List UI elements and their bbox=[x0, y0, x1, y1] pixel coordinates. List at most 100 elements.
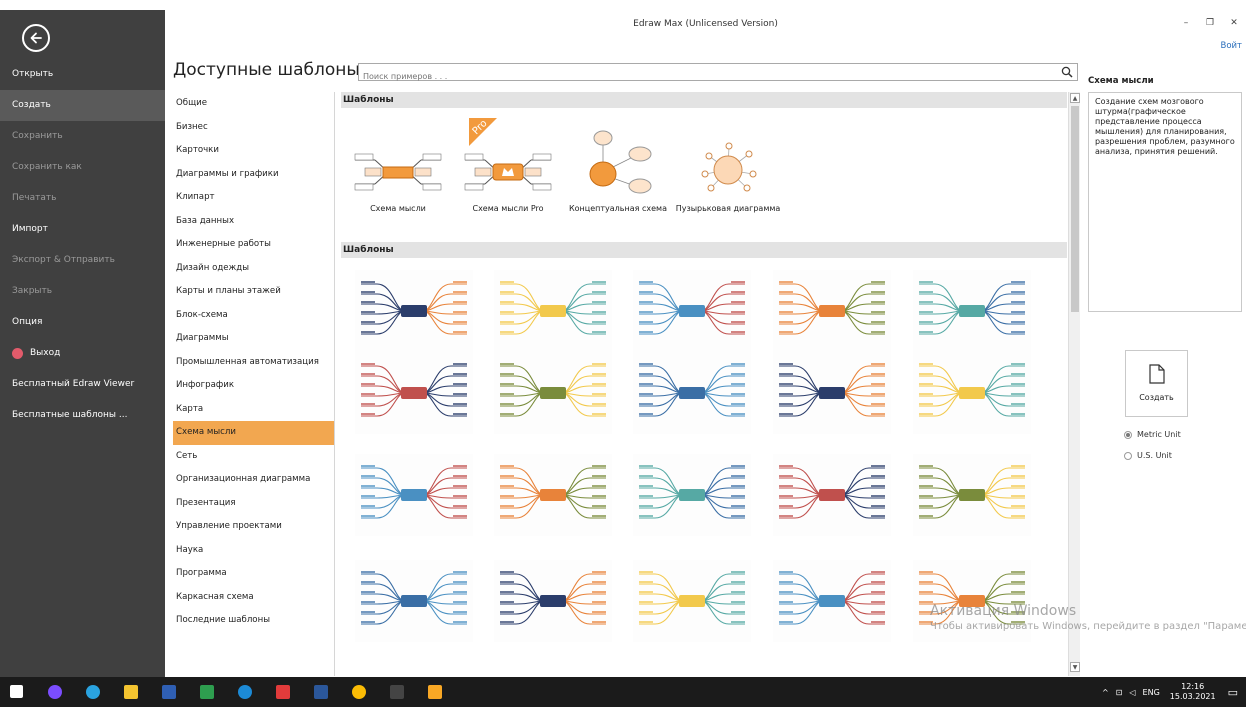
sidebar-item-0[interactable]: Открыть bbox=[0, 59, 165, 90]
sidebar-item-1[interactable]: Создать bbox=[0, 90, 165, 121]
sidebar-item-10[interactable]: Бесплатный Edraw Viewer bbox=[0, 369, 165, 400]
example-template-thumbnail[interactable] bbox=[913, 454, 1031, 536]
category-item[interactable]: Наука bbox=[173, 539, 334, 563]
example-template-thumbnail[interactable] bbox=[633, 560, 751, 642]
search-input[interactable] bbox=[359, 68, 1049, 85]
category-item[interactable]: Дизайн одежды bbox=[173, 257, 334, 281]
telegram-icon[interactable] bbox=[86, 685, 100, 699]
backstage-sidebar: Открыть Создать Сохранить Сохранить как Печа… bbox=[0, 10, 165, 677]
category-item[interactable]: Карта bbox=[173, 398, 334, 422]
template-concept-map[interactable]: Концептуальная схема bbox=[563, 118, 673, 218]
alice-icon[interactable] bbox=[48, 685, 62, 699]
sidebar-item-3[interactable]: Сохранить как bbox=[0, 152, 165, 183]
scroll-down-arrow-icon[interactable]: ▼ bbox=[1070, 662, 1080, 672]
search-icon[interactable] bbox=[1061, 66, 1073, 78]
template-mind-map[interactable]: Схема мысли bbox=[343, 118, 453, 218]
example-template-thumbnail[interactable] bbox=[355, 270, 473, 352]
minimize-button[interactable]: – bbox=[1174, 18, 1198, 28]
login-link[interactable]: Войт bbox=[1220, 41, 1242, 51]
category-item[interactable]: Клипарт bbox=[173, 186, 334, 210]
category-item[interactable]: Карты и планы этажей bbox=[173, 280, 334, 304]
example-template-thumbnail[interactable] bbox=[494, 352, 612, 434]
example-template-thumbnail[interactable] bbox=[913, 270, 1031, 352]
scroll-up-arrow-icon[interactable]: ▲ bbox=[1070, 93, 1080, 103]
example-template-thumbnail[interactable] bbox=[355, 560, 473, 642]
network-icon[interactable]: ⊡ bbox=[1116, 688, 1123, 697]
category-item[interactable]: Диаграммы bbox=[173, 327, 334, 351]
example-template-thumbnail[interactable] bbox=[773, 454, 891, 536]
sidebar-item-6[interactable]: Экспорт & Отправить bbox=[0, 245, 165, 276]
category-item[interactable]: Программа bbox=[173, 562, 334, 586]
example-template-thumbnail[interactable] bbox=[355, 454, 473, 536]
example-template-thumbnail[interactable] bbox=[773, 560, 891, 642]
example-template-thumbnail[interactable] bbox=[494, 560, 612, 642]
search-box[interactable] bbox=[358, 63, 1078, 85]
category-item[interactable]: Сеть bbox=[173, 445, 334, 469]
volume-icon[interactable]: ◁ bbox=[1129, 688, 1135, 697]
file-explorer-icon[interactable] bbox=[124, 685, 138, 699]
example-template-thumbnail[interactable] bbox=[633, 352, 751, 434]
radio-unchecked-icon[interactable] bbox=[1124, 451, 1132, 460]
sidebar-item-4[interactable]: Печатать bbox=[0, 183, 165, 214]
sidebar-item-9[interactable]: Выход bbox=[0, 338, 165, 369]
category-item[interactable]: Презентация bbox=[173, 492, 334, 516]
example-template-thumbnail[interactable] bbox=[633, 454, 751, 536]
sidebar-item-11[interactable]: Бесплатные шаблоны ... bbox=[0, 400, 165, 431]
example-template-thumbnail[interactable] bbox=[633, 270, 751, 352]
example-template-thumbnail[interactable] bbox=[773, 352, 891, 434]
clock[interactable]: 12:16 15.03.2021 bbox=[1170, 682, 1216, 702]
notifications-icon[interactable]: ▭ bbox=[1228, 686, 1238, 699]
paint-icon[interactable] bbox=[390, 685, 404, 699]
radio-checked-icon[interactable] bbox=[1124, 430, 1132, 439]
concept-map-thumbnail bbox=[589, 130, 652, 194]
back-button[interactable] bbox=[22, 24, 50, 52]
template-mind-map-pro[interactable]: Pro Схема мысли Pro bbox=[453, 118, 563, 218]
category-item[interactable]: Общие bbox=[173, 92, 334, 116]
create-button[interactable]: Создать bbox=[1125, 350, 1188, 417]
category-item[interactable]: Организационная диаграмма bbox=[173, 468, 334, 492]
active-app-icon[interactable] bbox=[428, 685, 442, 699]
example-template-thumbnail[interactable] bbox=[773, 270, 891, 352]
category-item[interactable]: Диаграммы и графики bbox=[173, 163, 334, 187]
yandex-icon[interactable] bbox=[276, 685, 290, 699]
category-item[interactable]: Инженерные работы bbox=[173, 233, 334, 257]
save-disk-icon[interactable] bbox=[162, 685, 176, 699]
word-icon[interactable] bbox=[314, 685, 328, 699]
scrollbar-thumb[interactable] bbox=[1071, 106, 1079, 312]
vertical-scrollbar[interactable]: ▲ ▼ bbox=[1068, 92, 1080, 676]
category-item[interactable]: Промышленная автоматизация bbox=[173, 351, 334, 375]
category-item[interactable]: Инфографик bbox=[173, 374, 334, 398]
category-item[interactable]: Последние шаблоны bbox=[173, 609, 334, 633]
category-item[interactable]: Схема мысли bbox=[173, 421, 334, 445]
example-template-thumbnail[interactable] bbox=[913, 352, 1031, 434]
sidebar-item-label: Открыть bbox=[12, 69, 54, 79]
metric-unit-option[interactable]: Metric Unit bbox=[1124, 430, 1181, 439]
category-item[interactable]: Блок-схема bbox=[173, 304, 334, 328]
category-item[interactable]: Бизнес bbox=[173, 116, 334, 140]
tray-chevron-icon[interactable]: ^ bbox=[1102, 688, 1109, 697]
edraw-icon[interactable] bbox=[200, 685, 214, 699]
example-template-thumbnail[interactable] bbox=[494, 270, 612, 352]
clock-date: 15.03.2021 bbox=[1169, 692, 1216, 701]
language-indicator[interactable]: ENG bbox=[1143, 688, 1160, 697]
bubble-diagram-thumbnail bbox=[701, 142, 757, 192]
sidebar-item-7[interactable]: Закрыть bbox=[0, 276, 165, 307]
windows-start-icon[interactable] bbox=[10, 685, 23, 698]
example-template-thumbnail[interactable] bbox=[355, 352, 473, 434]
sidebar-item-label: Бесплатный Edraw Viewer bbox=[12, 379, 135, 389]
template-bubble-diagram[interactable]: Пузырьковая диаграмма bbox=[673, 118, 783, 218]
sidebar-item-5[interactable]: Импорт bbox=[0, 214, 165, 245]
category-item[interactable]: База данных bbox=[173, 210, 334, 234]
chrome-icon[interactable] bbox=[352, 685, 366, 699]
example-template-thumbnail[interactable] bbox=[494, 454, 612, 536]
edge-icon[interactable] bbox=[238, 685, 252, 699]
us-unit-option[interactable]: U.S. Unit bbox=[1124, 451, 1172, 460]
category-item[interactable]: Каркасная схема bbox=[173, 586, 334, 610]
sidebar-item-label: Сохранить как bbox=[12, 162, 82, 172]
category-item[interactable]: Управление проектами bbox=[173, 515, 334, 539]
close-button[interactable]: ✕ bbox=[1222, 18, 1246, 28]
restore-button[interactable]: ❐ bbox=[1198, 18, 1222, 28]
sidebar-item-8[interactable]: Опция bbox=[0, 307, 165, 338]
category-item[interactable]: Карточки bbox=[173, 139, 334, 163]
sidebar-item-2[interactable]: Сохранить bbox=[0, 121, 165, 152]
